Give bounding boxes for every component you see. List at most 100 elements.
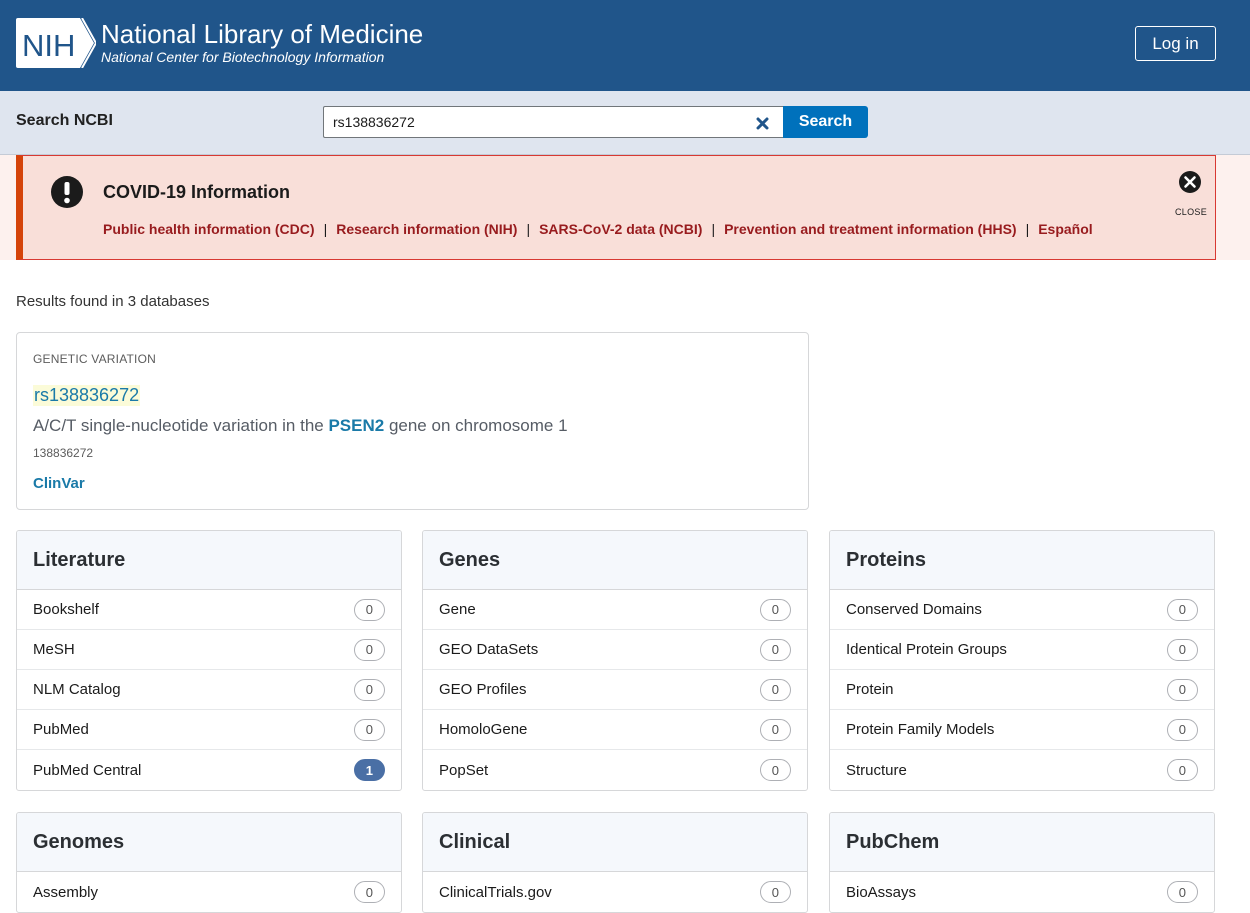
database-row[interactable]: Protein Family Models 0 <box>830 710 1214 750</box>
category-card-literature: Literature Bookshelf 0 MeSH 0 NLM Catalog 0 Pub… <box>16 530 402 791</box>
org-subtitle[interactable]: National Center for Biotechnology Inform… <box>101 49 384 65</box>
clear-search-button[interactable] <box>752 113 772 133</box>
database-name: PubMed <box>33 721 89 738</box>
alert-close-label[interactable]: CLOSE <box>1175 207 1207 217</box>
result-count-badge: 0 <box>1166 678 1198 701</box>
result-count-badge: 0 <box>1166 718 1198 741</box>
covid-alert: COVID-19 Information Public health infor… <box>16 155 1216 260</box>
result-count-badge: 0 <box>353 718 385 741</box>
category-card-pubchem: PubChem BioAssays 0 <box>829 812 1215 913</box>
feature-id-link[interactable]: rs138836272 <box>33 385 141 406</box>
database-name: NLM Catalog <box>33 681 121 698</box>
link-hhs[interactable]: Prevention and treatment information (HH… <box>724 221 1016 237</box>
result-count-badge: 0 <box>759 881 791 903</box>
result-count-badge: 0 <box>353 598 385 621</box>
database-row[interactable]: Gene 0 <box>423 590 807 630</box>
database-name: MeSH <box>33 641 75 658</box>
category-title: Clinical <box>423 813 807 872</box>
link-espanol[interactable]: Español <box>1038 221 1092 237</box>
feature-description: A/C/T single-nucleotide variation in the… <box>33 416 568 436</box>
link-nih[interactable]: Research information (NIH) <box>336 221 517 237</box>
search-button[interactable]: Search <box>783 106 868 138</box>
desc-after: gene on chromosome 1 <box>384 416 568 435</box>
database-row[interactable]: GEO DataSets 0 <box>423 630 807 670</box>
category-title: Genomes <box>17 813 401 872</box>
site-header: NIH National Library of Medicine Nationa… <box>0 0 1250 91</box>
database-name: GEO DataSets <box>439 641 539 658</box>
database-row[interactable]: NLM Catalog 0 <box>17 670 401 710</box>
category-card-clinical: Clinical ClinicalTrials.gov 0 <box>422 812 808 913</box>
nih-logo-icon[interactable]: NIH <box>16 18 96 68</box>
result-count-badge: 0 <box>759 598 791 621</box>
result-count-badge: 1 <box>353 759 385 781</box>
database-row[interactable]: GEO Profiles 0 <box>423 670 807 710</box>
database-row[interactable]: Identical Protein Groups 0 <box>830 630 1214 670</box>
clinvar-link[interactable]: ClinVar <box>33 475 85 492</box>
result-count-badge: 0 <box>759 678 791 701</box>
database-name: Identical Protein Groups <box>846 641 1007 658</box>
search-label: Search NCBI <box>16 112 113 129</box>
result-count-badge: 0 <box>353 638 385 661</box>
login-button[interactable]: Log in <box>1135 26 1216 61</box>
result-count-badge: 0 <box>759 638 791 661</box>
database-name: Protein Family Models <box>846 721 995 738</box>
close-x-icon <box>756 117 768 129</box>
results-count: Results found in 3 databases <box>16 293 210 310</box>
category-title: Literature <box>17 531 401 590</box>
database-row[interactable]: PubMed Central 1 <box>17 750 401 790</box>
alert-links: Public health information (CDC) | Research… <box>103 221 1093 237</box>
org-name[interactable]: National Library of Medicine <box>101 20 423 48</box>
feature-number: 138836272 <box>33 446 94 460</box>
database-name: Assembly <box>33 883 99 901</box>
category-title: Proteins <box>830 531 1214 590</box>
category-card-genomes: Genomes Assembly 0 <box>16 812 402 913</box>
category-card-proteins: Proteins Conserved Domains 0 Identical Prot… <box>829 530 1215 791</box>
link-ncbi[interactable]: SARS-CoV-2 data (NCBI) <box>539 221 702 237</box>
feature-result-card: GENETIC VARIATION rs138836272 A/C/T sing… <box>16 332 809 510</box>
logo-text: NIH <box>22 28 75 63</box>
gene-link[interactable]: PSEN2 <box>328 416 384 435</box>
database-row[interactable]: ClinicalTrials.gov 0 <box>423 872 807 912</box>
result-count-badge: 0 <box>1166 759 1198 781</box>
link-separator: | <box>1025 221 1030 237</box>
database-row[interactable]: Structure 0 <box>830 750 1214 790</box>
database-name: PubMed Central <box>33 761 142 779</box>
database-row[interactable]: Assembly 0 <box>17 872 401 912</box>
category-card-genes: Genes Gene 0 GEO DataSets 0 GEO Profiles 0 Homo… <box>422 530 808 791</box>
desc-before: A/C/T single-nucleotide variation in the <box>33 416 329 435</box>
search-input[interactable] <box>323 106 784 138</box>
database-name: ClinicalTrials.gov <box>439 883 552 901</box>
result-count-badge: 0 <box>1166 638 1198 661</box>
feature-type: GENETIC VARIATION <box>33 352 156 366</box>
database-row[interactable]: MeSH 0 <box>17 630 401 670</box>
database-row[interactable]: BioAssays 0 <box>830 872 1214 912</box>
alert-banner-region: COVID-19 Information Public health infor… <box>0 155 1250 260</box>
result-count-badge: 0 <box>759 718 791 741</box>
close-circle-icon[interactable] <box>1179 171 1201 193</box>
link-cdc[interactable]: Public health information (CDC) <box>103 221 315 237</box>
database-name: Structure <box>846 761 907 779</box>
search-bar: Search NCBI Search <box>0 91 1250 155</box>
result-count-badge: 0 <box>759 759 791 781</box>
database-name: Bookshelf <box>33 601 99 618</box>
database-row[interactable]: Conserved Domains 0 <box>830 590 1214 630</box>
database-row[interactable]: Bookshelf 0 <box>17 590 401 630</box>
database-name: Gene <box>439 601 476 618</box>
database-name: Protein <box>846 681 894 698</box>
database-name: GEO Profiles <box>439 681 527 698</box>
category-title: PubChem <box>830 813 1214 872</box>
category-title: Genes <box>423 531 807 590</box>
link-separator: | <box>711 221 716 237</box>
result-count-badge: 0 <box>353 881 385 903</box>
database-name: PopSet <box>439 761 489 779</box>
database-row[interactable]: PubMed 0 <box>17 710 401 750</box>
database-row[interactable]: Protein 0 <box>830 670 1214 710</box>
result-count-badge: 0 <box>1166 881 1198 903</box>
result-count-badge: 0 <box>353 678 385 701</box>
database-row[interactable]: PopSet 0 <box>423 750 807 790</box>
link-separator: | <box>323 221 328 237</box>
alert-title: COVID-19 Information <box>103 182 291 202</box>
database-name: HomoloGene <box>439 721 528 738</box>
database-row[interactable]: HomoloGene 0 <box>423 710 807 750</box>
link-separator: | <box>526 221 531 237</box>
